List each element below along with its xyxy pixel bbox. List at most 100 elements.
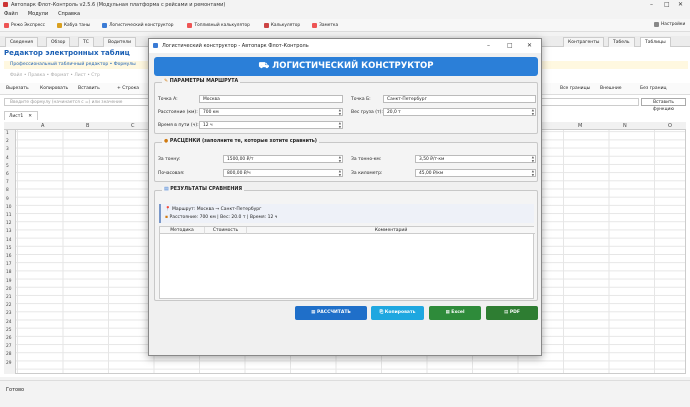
settings-button[interactable]: Настройки [654,22,685,27]
row-number[interactable]: 4 [6,156,9,161]
row-number[interactable]: 24 [6,320,11,325]
row-number[interactable]: 29 [6,361,11,366]
toolbar-item-0[interactable]: Режо Экспресс [4,22,45,28]
col-o[interactable]: O [668,123,672,129]
tab-vehicles[interactable]: ТС [78,37,94,47]
toolbar-item-3[interactable]: Топливный калькулятор [187,22,250,28]
distance-input[interactable]: 700 км ▲ ▼ [199,108,343,116]
row-number[interactable]: 21 [6,295,11,300]
quick-toolbar: Режо Экспресс Кабуа таны Логистический к… [0,19,690,32]
row-number[interactable]: 11 [6,213,11,218]
row-number[interactable]: 17 [6,262,11,267]
tab-contractors[interactable]: Контрагенты [563,37,605,47]
spinner-icon: ▲ ▼ [531,108,534,116]
per-ton-input[interactable]: 1500,00 ₽/т ▲ ▼ [223,155,343,163]
toolbar-item-1[interactable]: Кабуа таны [56,22,90,28]
copy-cell-button[interactable]: Копировать [40,86,68,91]
col-n[interactable]: N [623,123,627,129]
dialog-close-button[interactable]: ✕ [527,42,532,49]
row-number[interactable]: 18 [6,270,11,275]
row-number[interactable]: 13 [6,229,11,234]
time-label: Время в пути (ч): [158,123,199,128]
sheet-tab[interactable]: Лист1 ✕ [4,111,38,120]
weight-input[interactable]: 20,0 т ▲ ▼ [383,108,536,116]
row-number[interactable]: 16 [6,254,11,259]
paste-button[interactable]: Вставить [78,86,100,91]
cut-button[interactable]: Вырезать [6,86,29,91]
row-number[interactable]: 7 [6,180,9,185]
col-m[interactable]: M [578,123,582,129]
col-b[interactable]: B [86,123,89,129]
close-sheet-icon[interactable]: ✕ [28,114,32,119]
rates-group: ● РАСЦЕНКИ (заполните те, которые хотите… [154,139,538,182]
col-c[interactable]: C [131,123,135,129]
spinner-icon: ▲ ▼ [338,121,341,129]
toolbar-item-2[interactable]: Логистический конструктор [102,22,173,28]
row-number[interactable]: 26 [6,336,11,341]
spinner-icon: ▲ ▼ [338,169,341,177]
distance-label: Расстояние (км): [158,110,198,115]
row-number[interactable]: 20 [6,287,11,292]
copy-button[interactable]: ⎘ Копировать [371,306,424,320]
tab-tables[interactable]: Таблицы [640,37,671,47]
no-borders-button[interactable]: Без границ [640,86,667,91]
toolbar-item-5[interactable]: Заметка [312,22,338,28]
excel-button[interactable]: ▦ Excel [429,306,481,320]
app-logo-icon [3,2,8,7]
dialog-maximize-button[interactable]: □ [507,42,513,49]
col-a[interactable]: A [41,123,44,129]
row-number[interactable]: 19 [6,279,11,284]
row-number[interactable]: 15 [6,246,11,251]
row-number[interactable]: 12 [6,221,11,226]
col-cost[interactable]: Стоимость [205,227,247,234]
hourly-input[interactable]: 800,00 ₽/ч ▲ ▼ [223,169,343,177]
results-table[interactable]: Методика Стоимость Комментарий [159,226,535,299]
calculator-icon [263,22,269,28]
close-button[interactable]: ✕ [678,1,683,8]
row-number[interactable]: 23 [6,311,11,316]
maximize-button[interactable]: □ [664,1,670,8]
pdf-button[interactable]: ▤ PDF [486,306,538,320]
menu-help[interactable]: Справка [58,10,80,19]
row-number[interactable]: 14 [6,238,11,243]
tab-timesheet[interactable]: Табель [608,37,635,47]
row-number[interactable]: 8 [6,188,9,193]
dialog-minimize-button[interactable]: – [487,42,490,49]
from-input[interactable]: Москва [199,95,343,103]
sheet-tab-label: Лист1 [9,114,24,119]
row-number[interactable]: 10 [6,205,11,210]
minimize-button[interactable]: – [650,1,653,8]
row-number[interactable]: 2 [6,139,9,144]
row-number[interactable]: 22 [6,303,11,308]
row-number[interactable]: 5 [6,164,9,169]
per-tkm-input[interactable]: 3,50 ₽/т·км ▲ ▼ [415,155,536,163]
row-number[interactable]: 1 [6,131,9,136]
col-method[interactable]: Методика [160,227,205,234]
calculate-button[interactable]: ▦ РАССЧИТАТЬ [295,306,367,320]
outer-borders-button[interactable]: Внешние [600,86,622,91]
per-km-input[interactable]: 45,00 ₽/км ▲ ▼ [415,169,536,177]
add-row-button[interactable]: + Строка [117,86,139,91]
tab-overview[interactable]: Обзор [46,37,71,47]
truck-icon: ⛟ [258,61,273,71]
menu-file[interactable]: Файл [4,10,18,19]
row-number[interactable]: 27 [6,344,11,349]
time-input[interactable]: 12 ч ▲ ▼ [199,121,343,129]
dialog-title: Логистический конструктор - Автопарк Фло… [162,43,309,49]
row-number[interactable]: 28 [6,352,11,357]
toolbar-item-4[interactable]: Калькулятор [263,22,300,28]
row-number[interactable]: 6 [6,172,9,177]
col-comment[interactable]: Комментарий [247,227,535,234]
all-borders-button[interactable]: Все границы [560,86,590,91]
app-title: Автопарк Флот-Контроль v2.5.6 (Модульная… [11,2,226,8]
row-number[interactable]: 9 [6,197,9,202]
tab-drivers[interactable]: Водители [103,37,137,47]
gear-icon [654,22,659,27]
menu-modules[interactable]: Модули [28,10,48,19]
row-number[interactable]: 25 [6,328,11,333]
per-ton-label: За тонну: [158,157,181,162]
row-number[interactable]: 3 [6,147,9,152]
to-input[interactable]: Санкт-Петербург [383,95,536,103]
tab-info[interactable]: Сведения [5,37,39,47]
insert-function-button[interactable]: Вставить функцию [641,98,686,112]
